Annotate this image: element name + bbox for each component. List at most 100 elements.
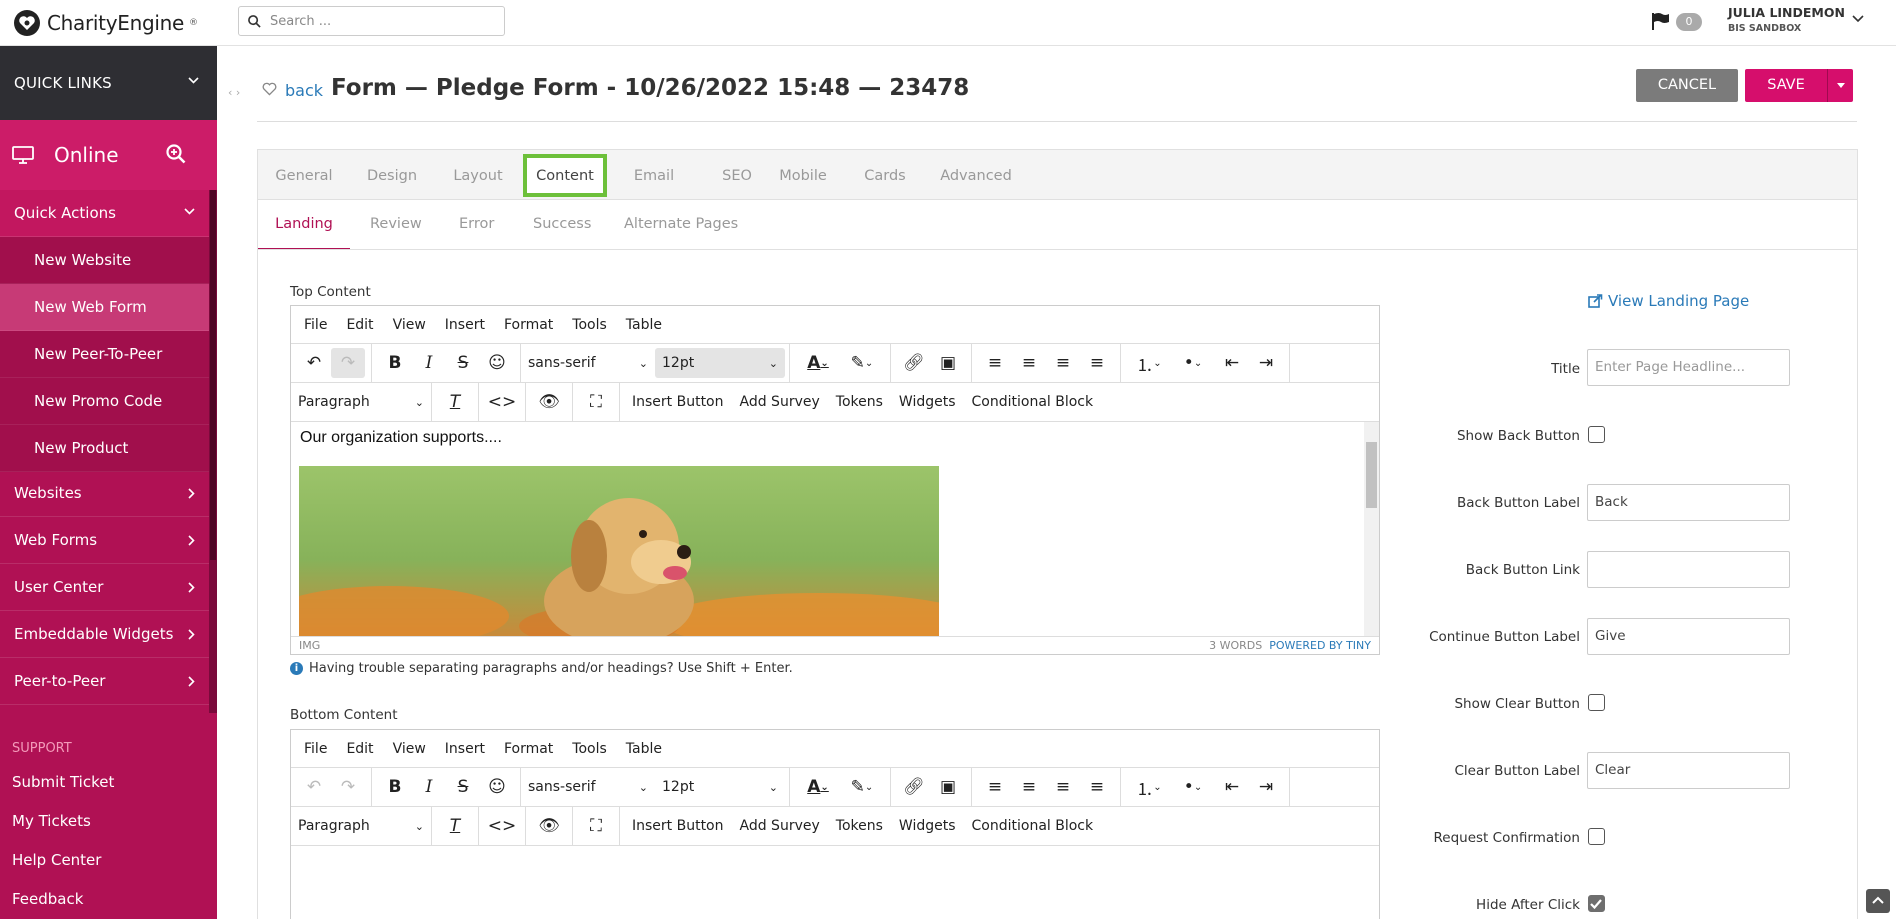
sidebar-item-peer-to-peer[interactable]: Peer-to-Peer: [0, 658, 209, 705]
italic-icon[interactable]: I: [412, 348, 446, 378]
title-input[interactable]: Enter Page Headline...: [1587, 349, 1790, 386]
show-back-button-checkbox[interactable]: [1588, 426, 1605, 443]
numbered-list-icon[interactable]: ⒈ ⌄: [1127, 348, 1171, 378]
outdent-icon[interactable]: ⇤: [1215, 348, 1249, 378]
indent-icon[interactable]: ⇥: [1249, 772, 1283, 802]
element-path[interactable]: IMG: [299, 639, 320, 652]
menu-table[interactable]: Table: [626, 317, 662, 333]
hide-after-click-checkbox[interactable]: [1588, 895, 1605, 912]
font-family-select[interactable]: sans-serif ⌄: [521, 772, 655, 802]
align-left-icon[interactable]: ≡: [978, 348, 1012, 378]
tab-seo[interactable]: SEO: [705, 150, 769, 200]
sidebar-subitem-new-promo-code[interactable]: New Promo Code: [0, 378, 209, 425]
link-icon[interactable]: 🔗︎: [897, 772, 931, 802]
top-content-text[interactable]: Our organization supports....: [300, 429, 502, 447]
align-right-icon[interactable]: ≡: [1046, 348, 1080, 378]
insert-button-tool[interactable]: Insert Button: [624, 818, 732, 834]
sidebar-subitem-new-peer-to-peer[interactable]: New Peer-To-Peer: [0, 331, 209, 378]
outdent-icon[interactable]: ⇤: [1215, 772, 1249, 802]
support-link-my-tickets[interactable]: My Tickets: [12, 812, 91, 830]
widgets-tool[interactable]: Widgets: [891, 818, 964, 834]
preview-eye-icon[interactable]: 👁︎: [532, 811, 566, 841]
tab-content[interactable]: Content: [523, 154, 607, 197]
subtab-success[interactable]: Success: [533, 205, 591, 250]
widgets-tool[interactable]: Widgets: [891, 394, 964, 410]
view-landing-page-link[interactable]: View Landing Page: [1588, 292, 1749, 310]
menu-edit[interactable]: Edit: [346, 317, 373, 333]
link-icon[interactable]: 🔗︎: [897, 348, 931, 378]
heart-icon[interactable]: [262, 82, 277, 96]
bullet-list-icon[interactable]: • ⌄: [1171, 348, 1215, 378]
subtab-error[interactable]: Error: [459, 205, 494, 250]
save-options-button[interactable]: [1827, 69, 1853, 102]
sidebar-item-web-forms[interactable]: Web Forms: [0, 517, 209, 564]
align-left-icon[interactable]: ≡: [978, 772, 1012, 802]
subtab-review[interactable]: Review: [370, 205, 422, 250]
global-search[interactable]: Search ...: [238, 6, 505, 36]
menu-insert[interactable]: Insert: [445, 317, 485, 333]
image-icon[interactable]: ▣: [931, 348, 965, 378]
indent-icon[interactable]: ⇥: [1249, 348, 1283, 378]
subtab-landing[interactable]: Landing: [258, 205, 350, 250]
source-code-icon[interactable]: <>: [485, 387, 519, 417]
tab-mobile[interactable]: Mobile: [771, 150, 835, 200]
sidebar-subitem-new-web-form[interactable]: New Web Form: [0, 284, 209, 331]
menu-file[interactable]: File: [304, 317, 327, 333]
support-link-help-center[interactable]: Help Center: [12, 851, 101, 869]
back-link[interactable]: back: [285, 81, 323, 100]
user-menu[interactable]: JULIA LINDEMON BIS SANDBOX: [1728, 5, 1845, 34]
clear-formatting-icon[interactable]: T: [438, 387, 472, 417]
align-justify-icon[interactable]: ≡: [1080, 348, 1114, 378]
menu-format[interactable]: Format: [504, 317, 553, 333]
brand-logo[interactable]: CharityEngine ®: [12, 6, 198, 40]
clear-formatting-icon[interactable]: T: [438, 811, 472, 841]
bottom-content-body[interactable]: [291, 846, 1379, 919]
tab-layout[interactable]: Layout: [446, 150, 510, 200]
highlight-color-icon[interactable]: ✎ ⌄: [840, 348, 884, 378]
clear-button-label-input[interactable]: Clear: [1587, 752, 1790, 789]
strikethrough-icon[interactable]: S: [446, 772, 480, 802]
menu-edit[interactable]: Edit: [346, 741, 373, 757]
font-size-select[interactable]: 12pt ⌄: [655, 772, 785, 802]
align-right-icon[interactable]: ≡: [1046, 772, 1080, 802]
menu-format[interactable]: Format: [504, 741, 553, 757]
align-justify-icon[interactable]: ≡: [1080, 772, 1114, 802]
request-confirmation-checkbox[interactable]: [1588, 828, 1605, 845]
menu-insert[interactable]: Insert: [445, 741, 485, 757]
tab-advanced[interactable]: Advanced: [940, 150, 1012, 200]
align-center-icon[interactable]: ≡: [1012, 772, 1046, 802]
save-button[interactable]: SAVE: [1745, 69, 1827, 102]
tab-cards[interactable]: Cards: [853, 150, 917, 200]
menu-tools[interactable]: Tools: [572, 741, 607, 757]
block-format-select[interactable]: Paragraph ⌄: [291, 811, 431, 841]
undo-icon[interactable]: ↶: [297, 348, 331, 378]
flag-icon[interactable]: [1650, 11, 1670, 31]
quick-links-toggle[interactable]: QUICK LINKS: [0, 46, 217, 120]
sidebar-item-quick-actions[interactable]: Quick Actions: [0, 190, 209, 237]
block-format-select[interactable]: Paragraph ⌄: [291, 387, 431, 417]
sidebar-item-user-center[interactable]: User Center: [0, 564, 209, 611]
sidebar-scrollbar-thumb[interactable]: [210, 190, 216, 560]
chevron-down-icon[interactable]: [1852, 15, 1864, 23]
support-link-feedback[interactable]: Feedback: [12, 890, 83, 908]
zoom-search-icon[interactable]: [166, 144, 186, 164]
continue-button-label-input[interactable]: Give: [1587, 618, 1790, 655]
menu-view[interactable]: View: [393, 741, 426, 757]
back-button-label-input[interactable]: Back: [1587, 484, 1790, 521]
fullscreen-icon[interactable]: ⛶: [579, 811, 613, 841]
puppy-image[interactable]: [299, 466, 939, 636]
back-button-link-input[interactable]: [1587, 551, 1790, 588]
conditional-block-tool[interactable]: Conditional Block: [964, 818, 1102, 834]
redo-icon[interactable]: ↷: [331, 772, 365, 802]
cancel-button[interactable]: CANCEL: [1636, 69, 1738, 102]
tab-email[interactable]: Email: [622, 150, 686, 200]
tab-design[interactable]: Design: [360, 150, 424, 200]
text-color-icon[interactable]: A ⌄: [796, 348, 840, 378]
sidebar-item-embeddable-widgets[interactable]: Embeddable Widgets: [0, 611, 209, 658]
emoji-icon[interactable]: ☺: [480, 772, 514, 802]
menu-table[interactable]: Table: [626, 741, 662, 757]
fullscreen-icon[interactable]: ⛶: [579, 387, 613, 417]
numbered-list-icon[interactable]: ⒈ ⌄: [1127, 772, 1171, 802]
undo-icon[interactable]: ↶: [297, 772, 331, 802]
source-code-icon[interactable]: <>: [485, 811, 519, 841]
